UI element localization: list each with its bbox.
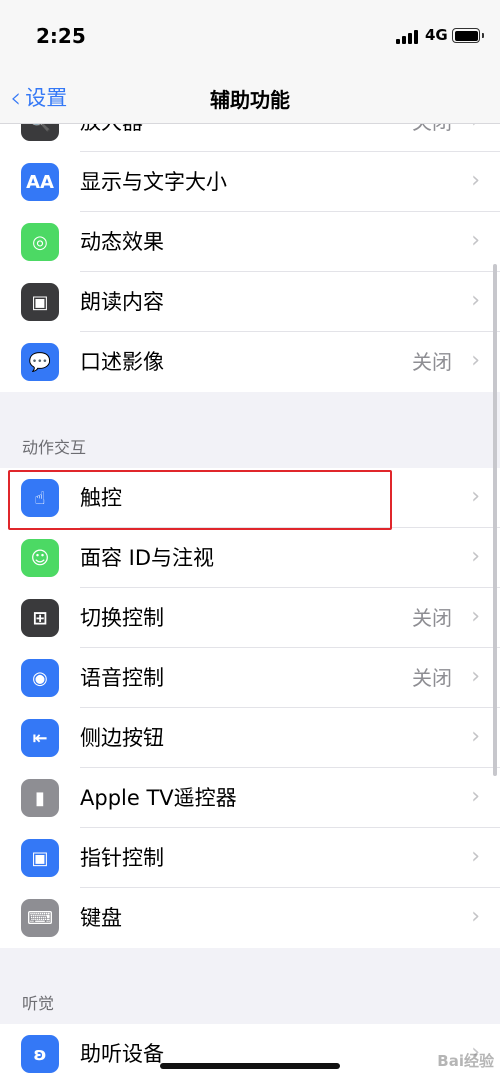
group-vision: 🔍放大器关闭›AA显示与文字大小›◎动态效果›▣朗读内容›💬口述影像关闭› <box>0 124 500 392</box>
settings-row[interactable]: AA 显示与文字大小 › <box>0 152 500 212</box>
voice-control-icon: ◉ <box>21 659 59 697</box>
chevron-right-icon: › <box>471 844 480 869</box>
chevron-right-icon: › <box>471 124 480 152</box>
row-label: 动态效果 <box>80 230 164 254</box>
settings-row[interactable]: ▣ 指针控制 › <box>0 828 500 888</box>
row-label: 朗读内容 <box>80 290 164 314</box>
group-hearing: ʚ 助听设备 › <box>0 1024 500 1083</box>
row-label: 指针控制 <box>80 846 164 870</box>
chevron-right-icon: › <box>471 228 480 253</box>
ear-icon: ʚ <box>21 1035 59 1073</box>
chevron-right-icon: › <box>471 544 480 569</box>
chevron-right-icon: › <box>471 168 480 193</box>
settings-row[interactable]: 💬 口述影像 关闭 › <box>0 332 500 392</box>
magnifier-icon: 🔍 <box>21 124 59 141</box>
settings-row[interactable]: ◉ 语音控制 关闭 › <box>0 648 500 708</box>
row-label: 触控 <box>80 486 122 510</box>
face-id-icon: ☺ <box>21 539 59 577</box>
row-value: 关闭 <box>412 350 452 374</box>
row-value: 关闭 <box>412 124 452 152</box>
section-title: 动作交互 <box>22 438 87 457</box>
network-type: 4G <box>425 26 448 44</box>
section-title: 听觉 <box>22 994 55 1013</box>
section-header-hearing: 听觉 <box>0 948 500 1024</box>
chevron-right-icon: › <box>471 484 480 509</box>
status-bar: 2:25 4G <box>0 0 500 70</box>
signal-icon <box>396 30 418 44</box>
settings-row[interactable]: ▮ Apple TV遥控器 › <box>0 768 500 828</box>
row-label: 语音控制 <box>80 666 164 690</box>
group-interaction: ☝ 触控 › ☺ 面容 ID与注视 › ⊞ 切换控制 关闭 › ◉ 语音控制 关闭 › ⇤ 侧边按钮 › ▮ App… <box>0 468 500 948</box>
row-value: 关闭 <box>412 666 452 690</box>
row-value: 关闭 <box>412 606 452 630</box>
status-time: 2:25 <box>36 24 86 48</box>
home-indicator[interactable] <box>160 1063 340 1069</box>
watermark-text: Bai经验 <box>437 1052 494 1070</box>
chevron-right-icon: › <box>471 904 480 929</box>
chevron-right-icon: › <box>471 348 480 373</box>
switch-control-icon: ⊞ <box>21 599 59 637</box>
row-label: Apple TV遥控器 <box>80 786 237 810</box>
settings-list[interactable]: 🔍放大器关闭›AA显示与文字大小›◎动态效果›▣朗读内容›💬口述影像关闭› 动作… <box>0 124 500 1083</box>
settings-row[interactable]: ⇤ 侧边按钮 › <box>0 708 500 768</box>
tv-remote-icon: ▮ <box>21 779 59 817</box>
chevron-right-icon: › <box>471 604 480 629</box>
keyboard-icon: ⌨ <box>21 899 59 937</box>
pointer-control-icon: ▣ <box>21 839 59 877</box>
section-header-interaction: 动作交互 <box>0 392 500 468</box>
row-label: 键盘 <box>80 906 122 930</box>
settings-row[interactable]: ◎ 动态效果 › <box>0 212 500 272</box>
motion-icon: ◎ <box>21 223 59 261</box>
row-label: 侧边按钮 <box>80 726 164 750</box>
settings-row[interactable]: ☺ 面容 ID与注视 › <box>0 528 500 588</box>
text-size-icon: AA <box>21 163 59 201</box>
scrollbar[interactable] <box>493 264 497 776</box>
row-label: 助听设备 <box>80 1042 164 1066</box>
battery-icon <box>452 28 484 43</box>
row-label: 面容 ID与注视 <box>80 546 215 570</box>
speech-icon: ▣ <box>21 283 59 321</box>
settings-row[interactable]: ⌨ 键盘 › <box>0 888 500 948</box>
row-label: 放大器 <box>80 124 143 152</box>
audio-description-icon: 💬 <box>21 343 59 381</box>
settings-row[interactable]: ʚ 助听设备 › <box>0 1024 500 1083</box>
touch-hand-icon: ☝ <box>21 479 59 517</box>
chevron-right-icon: › <box>471 784 480 809</box>
chevron-right-icon: › <box>471 288 480 313</box>
row-label: 切换控制 <box>80 606 164 630</box>
settings-row[interactable]: ⊞ 切换控制 关闭 › <box>0 588 500 648</box>
navigation-bar: ‹ 设置 辅助功能 <box>0 70 500 124</box>
chevron-right-icon: › <box>471 724 480 749</box>
settings-row[interactable]: ☝ 触控 › <box>0 468 500 528</box>
row-label: 口述影像 <box>80 350 164 374</box>
settings-row[interactable]: 🔍 放大器 关闭 › <box>0 124 500 152</box>
row-label: 显示与文字大小 <box>80 170 227 194</box>
chevron-right-icon: › <box>471 664 480 689</box>
page-title: 辅助功能 <box>210 88 290 112</box>
settings-row[interactable]: ▣ 朗读内容 › <box>0 272 500 332</box>
side-button-icon: ⇤ <box>21 719 59 757</box>
